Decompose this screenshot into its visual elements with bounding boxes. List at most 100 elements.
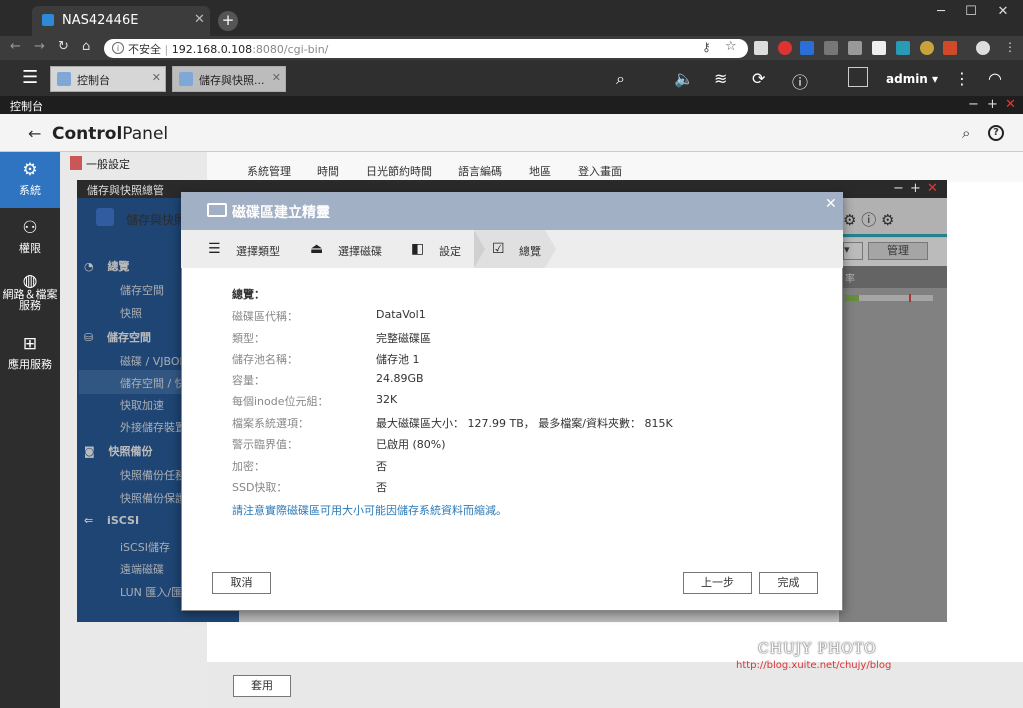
apply-button[interactable]: 套用 — [233, 675, 291, 697]
gear-icon: ⚙ — [22, 160, 38, 180]
url-host: 192.168.0.108 — [171, 43, 253, 56]
drive-icon — [207, 203, 227, 217]
back-icon[interactable]: ← — [10, 39, 21, 54]
summary-label: 警示臨界值： — [232, 438, 298, 451]
extension-icon[interactable] — [872, 41, 886, 55]
browser-tab[interactable]: NAS42446E — [32, 6, 210, 36]
summary-value: 否 — [376, 460, 387, 473]
step-divider — [545, 230, 556, 268]
maximize-icon[interactable]: + — [910, 181, 921, 196]
tab-codepage[interactable]: 語言編碼 — [458, 163, 502, 179]
help-icon[interactable]: ? — [988, 125, 1004, 141]
tab-close-icon[interactable]: ✕ — [194, 12, 205, 27]
step-divider — [474, 230, 485, 268]
volume-icon[interactable]: 🔈 — [674, 69, 694, 88]
home-icon[interactable]: ⌂ — [82, 39, 90, 54]
extension-icon[interactable] — [754, 41, 768, 55]
step-select-disk: 選擇磁碟 — [338, 245, 382, 258]
summary-label: 每個inode位元組： — [232, 395, 329, 408]
cancel-button[interactable]: 取消 — [212, 572, 271, 594]
summary-value: 32K — [376, 393, 398, 406]
close-icon[interactable]: ✕ — [927, 181, 938, 196]
security-label: 不安全 — [128, 43, 161, 56]
summary-label: 儲存池名稱： — [232, 353, 298, 366]
info-circle-icon[interactable]: ⓘ — [792, 69, 808, 93]
previous-button[interactable]: 上一步 — [683, 572, 752, 594]
address-bar[interactable]: 不安全 | 192.168.0.108:8080/cgi-bin/ — [104, 39, 748, 58]
rail-item-system[interactable]: ⚙ 系統 — [0, 152, 60, 208]
browser-menu-icon[interactable]: ⋮ — [1004, 40, 1016, 54]
minimize-icon[interactable]: − — [968, 97, 979, 112]
new-tab-button[interactable]: + — [218, 11, 238, 31]
back-arrow-icon[interactable]: ← — [28, 124, 41, 143]
tab-login-screen[interactable]: 登入畫面 — [578, 163, 622, 179]
extension-icon[interactable] — [943, 41, 957, 55]
window-close-icon[interactable]: ✕ — [988, 4, 1018, 19]
extension-icon[interactable] — [920, 41, 934, 55]
summary-label: SSD快取： — [232, 481, 288, 494]
list-icon: ☰ — [208, 241, 221, 257]
control-panel-titlebar: 控制台 — [0, 96, 1023, 114]
extension-icon[interactable] — [896, 41, 910, 55]
browser-tab-title: NAS42446E — [62, 13, 139, 28]
rail-item-network[interactable]: ◍ 網路＆檔案服務 — [0, 268, 60, 324]
star-icon[interactable]: ☆ — [725, 39, 737, 54]
app-tab-control-panel[interactable]: 控制台 ✕ — [50, 66, 166, 92]
close-icon[interactable]: ✕ — [272, 71, 281, 84]
tab-favicon-icon — [42, 14, 54, 26]
profile-avatar[interactable] — [976, 41, 990, 55]
rail-item-apps[interactable]: ⊞ 應用服務 — [0, 326, 60, 382]
control-panel-logo: ControlPanel — [52, 124, 169, 144]
info-icon[interactable]: i — [112, 42, 124, 54]
disk-icon: ⏏ — [310, 241, 324, 257]
search-icon[interactable]: ⌕ — [616, 69, 625, 89]
minimize-icon[interactable]: − — [893, 181, 904, 196]
key-icon[interactable]: ⚷ — [702, 40, 711, 54]
summary-label: 檔案系統選項： — [232, 417, 309, 430]
sync-icon[interactable]: ⟳ — [752, 69, 765, 88]
app-tab-label: 控制台 — [77, 74, 110, 87]
reload-icon[interactable]: ↻ — [58, 39, 69, 54]
close-icon[interactable]: ✕ — [152, 71, 161, 84]
more-options-icon[interactable]: ⋮ — [954, 69, 970, 88]
extension-icon[interactable] — [800, 41, 814, 55]
tab-time[interactable]: 時間 — [317, 163, 339, 179]
background-tasks-icon[interactable]: ≋ — [714, 69, 727, 88]
settings-icon: ◧ — [411, 241, 425, 257]
summary-label: 加密： — [232, 460, 265, 473]
finish-button[interactable]: 完成 — [759, 572, 818, 594]
watermark-url: http://blog.xuite.net/chujy/blog — [736, 660, 892, 671]
summary-value: 已啟用 (80%) — [376, 438, 446, 451]
search-icon[interactable]: ⌕ — [962, 124, 970, 142]
user-avatar-icon[interactable] — [848, 67, 868, 87]
close-icon[interactable]: ✕ — [1005, 97, 1016, 112]
user-menu[interactable]: admin ▾ — [886, 72, 938, 86]
app-tab-storage[interactable]: 儲存與快照... ✕ — [172, 66, 286, 92]
dialog-close-icon[interactable]: ✕ — [825, 196, 837, 212]
main-menu-icon[interactable]: ☰ — [22, 67, 38, 88]
maximize-icon[interactable]: ☐ — [956, 4, 986, 19]
adblock-icon[interactable] — [778, 41, 792, 55]
globe-icon: ◍ — [22, 271, 38, 291]
storage-icon — [179, 72, 193, 86]
extension-icon[interactable] — [848, 41, 862, 55]
checklist-icon: ☑ — [492, 241, 505, 257]
tab-dst[interactable]: 日光節約時間 — [366, 163, 432, 179]
tab-region[interactable]: 地區 — [529, 163, 551, 179]
settings-doc-icon — [70, 156, 82, 170]
rail-item-privilege[interactable]: ⚇ 權限 — [0, 210, 60, 266]
minimize-icon[interactable]: ─ — [926, 4, 956, 19]
summary-title: 總覽： — [232, 288, 265, 301]
capacity-note: 請注意實際磁碟區可用大小可能因儲存系統資料而縮減。 — [232, 504, 507, 517]
maximize-icon[interactable]: + — [987, 97, 998, 112]
step-settings: 設定 — [439, 245, 461, 258]
summary-value: 最大磁碟區大小： 127.99 TB， 最多檔案/資料夾數： 815K — [376, 417, 673, 430]
summary-value: 完整磁碟區 — [376, 332, 431, 345]
summary-value: 否 — [376, 481, 387, 494]
dashboard-gauge-icon[interactable]: ◠ — [988, 69, 1002, 88]
step-select-type: 選擇類型 — [236, 245, 280, 258]
extension-icon[interactable] — [824, 41, 838, 55]
summary-label: 磁碟區代稱： — [232, 310, 298, 323]
user-icon: ⚇ — [22, 218, 38, 238]
forward-icon[interactable]: → — [34, 39, 45, 54]
